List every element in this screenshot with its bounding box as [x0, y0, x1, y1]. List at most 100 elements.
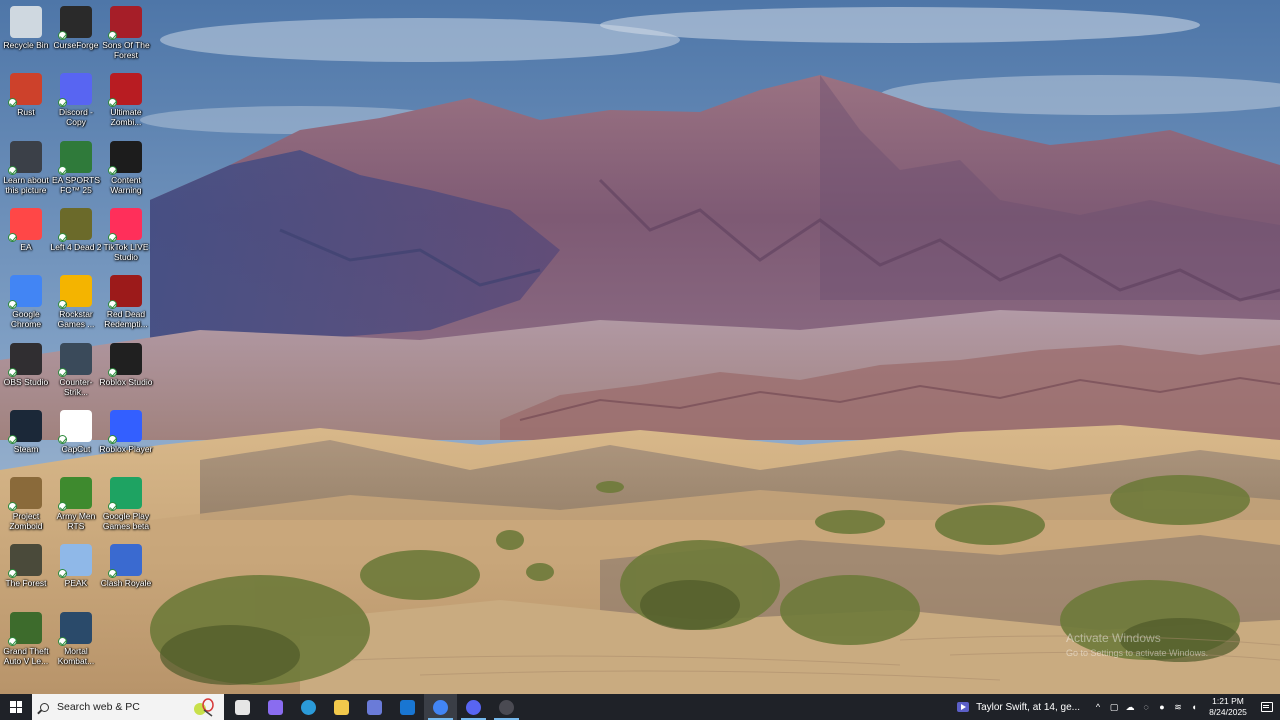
- desktop-shortcut-label: Clash Royale: [100, 578, 152, 589]
- gta-v-icon: [8, 611, 42, 646]
- notification-center-button[interactable]: [1254, 694, 1280, 720]
- desktop-shortcut[interactable]: Learn about this picture: [0, 138, 52, 204]
- desktop-shortcut[interactable]: Counter-Strik...: [50, 340, 102, 406]
- search-highlight-icon: [194, 698, 214, 717]
- desktop-shortcut-label: Recycle Bin: [3, 40, 49, 50]
- taskbar-app-button[interactable]: [358, 694, 391, 720]
- left-4-dead-icon: [58, 207, 92, 242]
- copilot-icon: [268, 699, 283, 715]
- desktop-shortcut[interactable]: Roblox Studio: [100, 340, 152, 406]
- desktop-shortcut[interactable]: Left 4 Dead 2: [50, 205, 102, 271]
- sync-status-icon: [58, 434, 67, 444]
- taskbar-app-button[interactable]: [325, 694, 358, 720]
- sync-status-icon: [58, 232, 67, 242]
- desktop-shortcut[interactable]: Discord - Copy: [50, 70, 102, 136]
- desktop-shortcut[interactable]: Red Dead Redempti...: [100, 272, 152, 338]
- desktop-shortcut-label: Google Chrome: [10, 309, 42, 330]
- desktop-shortcut[interactable]: Project Zomboid: [0, 474, 52, 540]
- microsoft-store-icon: [367, 699, 382, 715]
- activate-windows-title: Activate Windows: [1066, 631, 1161, 645]
- desktop-shortcut[interactable]: The Forest: [0, 541, 52, 607]
- news-widget[interactable]: Taylor Swift, at 14, ge...: [947, 694, 1090, 720]
- desktop-shortcut[interactable]: CapCut: [50, 407, 102, 473]
- news-headline: Taylor Swift, at 14, ge...: [976, 701, 1080, 713]
- taskbar-app-button[interactable]: [226, 694, 259, 720]
- desktop-shortcut[interactable]: PEAK: [50, 541, 102, 607]
- chrome-icon: [433, 699, 448, 715]
- desktop-icon-grid: Recycle Bin CurseForge Sons Of The Forest R…: [0, 0, 160, 694]
- taskbar-clock[interactable]: 1:21 PM 8/24/2025: [1202, 696, 1254, 718]
- rust-icon: [8, 73, 42, 108]
- discord-icon: [58, 73, 92, 108]
- obs-studio-icon: [499, 699, 514, 715]
- desktop-shortcut[interactable]: TikTok LIVE Studio: [100, 205, 152, 271]
- desktop-shortcut-label: Rust: [17, 107, 35, 118]
- sync-status-icon: [8, 367, 17, 377]
- sync-status-icon: [8, 165, 17, 175]
- cloud-sync-icon[interactable]: ◌: [1138, 694, 1154, 720]
- taskbar-app-button[interactable]: [391, 694, 424, 720]
- desktop-shortcut-label: Project Zomboid: [9, 511, 43, 532]
- desktop-shortcut[interactable]: Google Play Games beta: [100, 474, 152, 540]
- desktop-shortcut-label: Sons Of The Forest: [102, 40, 150, 60]
- taskbar-app-button[interactable]: [292, 694, 325, 720]
- desktop-shortcut-label: EA: [20, 241, 32, 252]
- sync-status-icon: [8, 636, 17, 646]
- sync-status-icon: [108, 300, 117, 310]
- desktop-shortcut[interactable]: Rust: [0, 70, 52, 136]
- ea-sports-fc-icon: [58, 140, 92, 175]
- sync-status-icon: [8, 434, 17, 444]
- desktop-shortcut-label: Army Men RTS: [56, 511, 96, 532]
- rockstar-games-icon: [58, 275, 92, 310]
- desktop-shortcut-label: Learn about this picture: [3, 174, 49, 195]
- desktop-shortcut[interactable]: Recycle Bin: [0, 3, 52, 69]
- desktop-shortcut[interactable]: Google Chrome: [0, 272, 52, 338]
- desktop-shortcut-label: Discord - Copy: [58, 107, 93, 128]
- sync-status-icon: [8, 232, 17, 242]
- search-icon: [40, 702, 49, 712]
- desktop-shortcut[interactable]: Roblox Player: [100, 407, 152, 473]
- desktop-shortcut-label: TikTok LIVE Studio: [103, 241, 149, 262]
- project-zomboid-icon: [8, 477, 42, 512]
- desktop-shortcut[interactable]: EA SPORTS FC™ 25: [50, 138, 102, 204]
- microphone-icon[interactable]: ●: [1154, 694, 1170, 720]
- desktop-shortcut-label: OBS Studio: [3, 376, 49, 387]
- activate-windows-watermark: Activate Windows Go to Settings to activ…: [1066, 631, 1208, 661]
- meet-now-icon[interactable]: ▢: [1106, 694, 1122, 720]
- taskbar-app-button[interactable]: [259, 694, 292, 720]
- desktop-shortcut[interactable]: Clash Royale: [100, 541, 152, 607]
- desktop-shortcut[interactable]: Ultimate Zombi...: [100, 70, 152, 136]
- chevron-up-icon[interactable]: ^: [1090, 694, 1106, 720]
- volume-icon[interactable]: ◖: [1186, 694, 1202, 720]
- desktop-shortcut[interactable]: Content Warning: [100, 138, 152, 204]
- sync-status-icon: [108, 434, 117, 444]
- desktop-shortcut[interactable]: CurseForge: [50, 3, 102, 69]
- sons-of-the-forest-icon: [108, 6, 142, 40]
- wifi-icon[interactable]: ≋: [1170, 694, 1186, 720]
- sync-status-icon: [58, 98, 67, 108]
- desktop-shortcut[interactable]: Grand Theft Auto V Le...: [0, 609, 52, 675]
- desktop-shortcut-label: Rockstar Games ...: [57, 309, 95, 330]
- onedrive-icon[interactable]: ☁: [1122, 694, 1138, 720]
- news-icon: [957, 702, 970, 712]
- desktop-shortcut[interactable]: EA: [0, 205, 52, 271]
- desktop-shortcut-label: Ultimate Zombi...: [110, 107, 142, 128]
- sync-status-icon: [108, 98, 117, 108]
- taskbar-app-button[interactable]: [424, 694, 457, 720]
- ultimate-zombie-icon: [108, 73, 142, 108]
- desktop-shortcut[interactable]: Sons Of The Forest: [100, 3, 152, 69]
- system-tray: Taylor Swift, at 14, ge... ^ ▢ ☁ ◌ ● ≋ ◖…: [947, 694, 1280, 720]
- windows-logo-icon: [10, 701, 22, 713]
- desktop-shortcut[interactable]: Mortal Kombat...: [50, 609, 102, 675]
- desktop-shortcut[interactable]: Steam: [0, 407, 52, 473]
- roblox-player-icon: [108, 409, 142, 444]
- desktop-shortcut[interactable]: OBS Studio: [0, 340, 52, 406]
- start-button[interactable]: [0, 694, 32, 720]
- outlook-icon: [400, 699, 415, 715]
- taskbar-app-button[interactable]: [457, 694, 490, 720]
- desktop-shortcut[interactable]: Rockstar Games ...: [50, 272, 102, 338]
- taskbar-search-box[interactable]: Search web & PC: [32, 694, 224, 720]
- taskbar-app-button[interactable]: [490, 694, 523, 720]
- desktop-shortcut-label: Roblox Player: [99, 443, 153, 454]
- desktop-shortcut[interactable]: Army Men RTS: [50, 474, 102, 540]
